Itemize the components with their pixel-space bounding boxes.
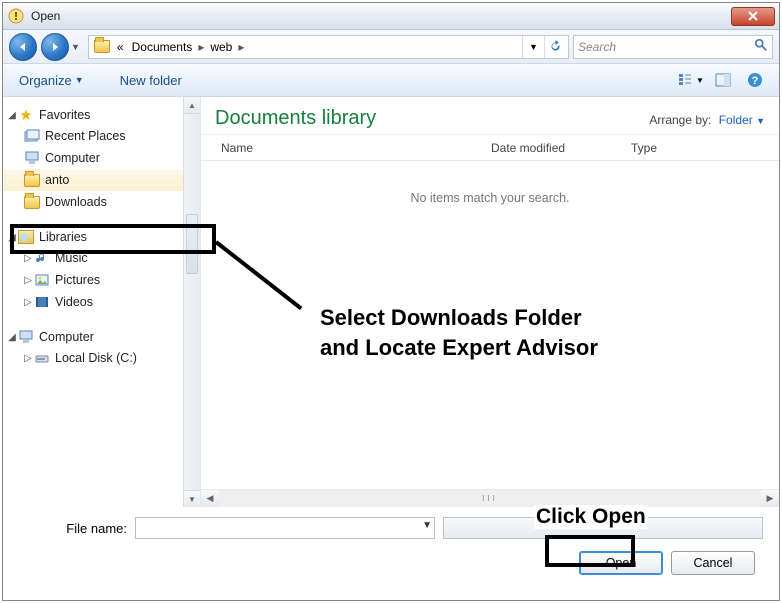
dialog-footer: File name: ▼ Open Cancel bbox=[3, 507, 779, 587]
chevron-down-icon: ▼ bbox=[75, 75, 84, 85]
column-type[interactable]: Type bbox=[631, 141, 779, 155]
open-dialog: Open ▼ « Documents ▸ web ▸ ▼ Search bbox=[2, 2, 780, 601]
sidebar-scrollbar[interactable]: ▲ ▼ bbox=[183, 97, 200, 507]
view-options-button[interactable]: ▼ bbox=[677, 68, 705, 92]
sidebar-item-computer[interactable]: Computer bbox=[3, 147, 184, 169]
disk-icon bbox=[33, 350, 51, 366]
arrange-by: Arrange by: Folder ▼ bbox=[649, 113, 765, 127]
folder-icon bbox=[23, 172, 41, 188]
annotation-open-highlight bbox=[545, 535, 635, 567]
navigation-pane: ◢ ★ Favorites Recent Places Computer bbox=[3, 97, 201, 507]
breadcrumb-prefix: « bbox=[113, 40, 128, 54]
scroll-left-button[interactable]: ◀ bbox=[201, 490, 219, 507]
sidebar-item-recent-places[interactable]: Recent Places bbox=[3, 125, 184, 147]
sidebar-item-downloads[interactable]: Downloads bbox=[3, 191, 184, 213]
sidebar-item-pictures[interactable]: ▷ Pictures bbox=[3, 269, 184, 291]
search-icon bbox=[754, 38, 768, 55]
folder-icon bbox=[23, 194, 41, 210]
nav-history-dropdown[interactable]: ▼ bbox=[71, 42, 80, 52]
computer-header[interactable]: ◢ Computer bbox=[3, 327, 184, 347]
chevron-right-icon[interactable]: ▸ bbox=[196, 40, 206, 54]
address-bar[interactable]: « Documents ▸ web ▸ ▼ bbox=[88, 35, 569, 59]
caret-icon: ◢ bbox=[7, 332, 17, 343]
address-dropdown[interactable]: ▼ bbox=[522, 36, 544, 58]
toolbar: Organize ▼ New folder ▼ ? bbox=[3, 64, 779, 97]
computer-group: ◢ Computer ▷ Local Disk (C:) bbox=[3, 327, 184, 369]
scroll-down-button[interactable]: ▼ bbox=[184, 490, 200, 507]
cancel-button[interactable]: Cancel bbox=[671, 551, 755, 575]
svg-text:?: ? bbox=[752, 75, 759, 87]
computer-icon bbox=[17, 329, 35, 345]
title-bar: Open bbox=[3, 3, 779, 30]
breadcrumb-web[interactable]: web bbox=[206, 40, 236, 54]
videos-icon bbox=[33, 294, 51, 310]
search-input[interactable]: Search bbox=[573, 35, 773, 59]
back-button[interactable] bbox=[9, 33, 37, 61]
window-title: Open bbox=[31, 9, 731, 23]
folder-icon bbox=[93, 38, 111, 56]
recent-places-icon bbox=[23, 128, 41, 144]
search-placeholder: Search bbox=[578, 40, 616, 54]
dialog-body: ◢ ★ Favorites Recent Places Computer bbox=[3, 97, 779, 507]
star-icon: ★ bbox=[17, 107, 35, 123]
sidebar-item-videos[interactable]: ▷ Videos bbox=[3, 291, 184, 313]
chevron-right-icon[interactable]: ▸ bbox=[236, 40, 246, 54]
horizontal-scrollbar[interactable]: ◀ III ▶ bbox=[201, 489, 779, 507]
help-button[interactable]: ? bbox=[741, 68, 769, 92]
scroll-up-button[interactable]: ▲ bbox=[184, 97, 200, 114]
column-headers: Name Date modified Type bbox=[201, 135, 779, 161]
annotation-click-open-text: Click Open bbox=[534, 505, 648, 529]
favorites-header[interactable]: ◢ ★ Favorites bbox=[3, 105, 184, 125]
pictures-icon bbox=[33, 272, 51, 288]
annotation-downloads-text: Select Downloads Folder and Locate Exper… bbox=[320, 303, 598, 362]
column-date[interactable]: Date modified bbox=[491, 141, 631, 155]
breadcrumb-documents[interactable]: Documents bbox=[128, 40, 197, 54]
chevron-down-icon: ▼ bbox=[696, 76, 704, 85]
chevron-down-icon: ▼ bbox=[756, 116, 765, 126]
forward-button[interactable] bbox=[41, 33, 69, 61]
favorites-group: ◢ ★ Favorites Recent Places Computer bbox=[3, 105, 184, 213]
caret-icon: ▷ bbox=[23, 353, 33, 364]
file-list-pane: Documents library Arrange by: Folder ▼ N… bbox=[201, 97, 779, 507]
empty-message: No items match your search. bbox=[201, 191, 779, 205]
open-dialog-icon bbox=[7, 7, 25, 25]
preview-pane-button[interactable] bbox=[709, 68, 737, 92]
file-name-input[interactable]: ▼ bbox=[135, 517, 435, 539]
caret-icon: ▷ bbox=[23, 297, 33, 308]
new-folder-button[interactable]: New folder bbox=[114, 69, 188, 92]
annotation-downloads-highlight bbox=[10, 224, 216, 254]
scroll-right-button[interactable]: ▶ bbox=[761, 490, 779, 507]
caret-icon: ◢ bbox=[7, 110, 17, 121]
caret-icon: ▷ bbox=[23, 275, 33, 286]
close-button[interactable] bbox=[731, 7, 775, 26]
chevron-down-icon[interactable]: ▼ bbox=[422, 520, 432, 531]
sidebar-item-local-disk-c[interactable]: ▷ Local Disk (C:) bbox=[3, 347, 184, 369]
library-title: Documents library bbox=[215, 107, 649, 130]
column-name[interactable]: Name bbox=[221, 141, 491, 155]
arrange-by-dropdown[interactable]: Folder ▼ bbox=[719, 113, 765, 127]
computer-icon bbox=[23, 150, 41, 166]
sidebar-item-anto[interactable]: anto bbox=[3, 169, 184, 191]
nav-bar: ▼ « Documents ▸ web ▸ ▼ Search bbox=[3, 30, 779, 64]
refresh-button[interactable] bbox=[544, 36, 566, 58]
file-name-label: File name: bbox=[37, 521, 127, 536]
scroll-track[interactable]: III bbox=[219, 490, 761, 507]
organize-menu[interactable]: Organize ▼ bbox=[13, 69, 90, 92]
scroll-track[interactable] bbox=[184, 114, 200, 490]
caret-icon: ▷ bbox=[23, 253, 33, 264]
